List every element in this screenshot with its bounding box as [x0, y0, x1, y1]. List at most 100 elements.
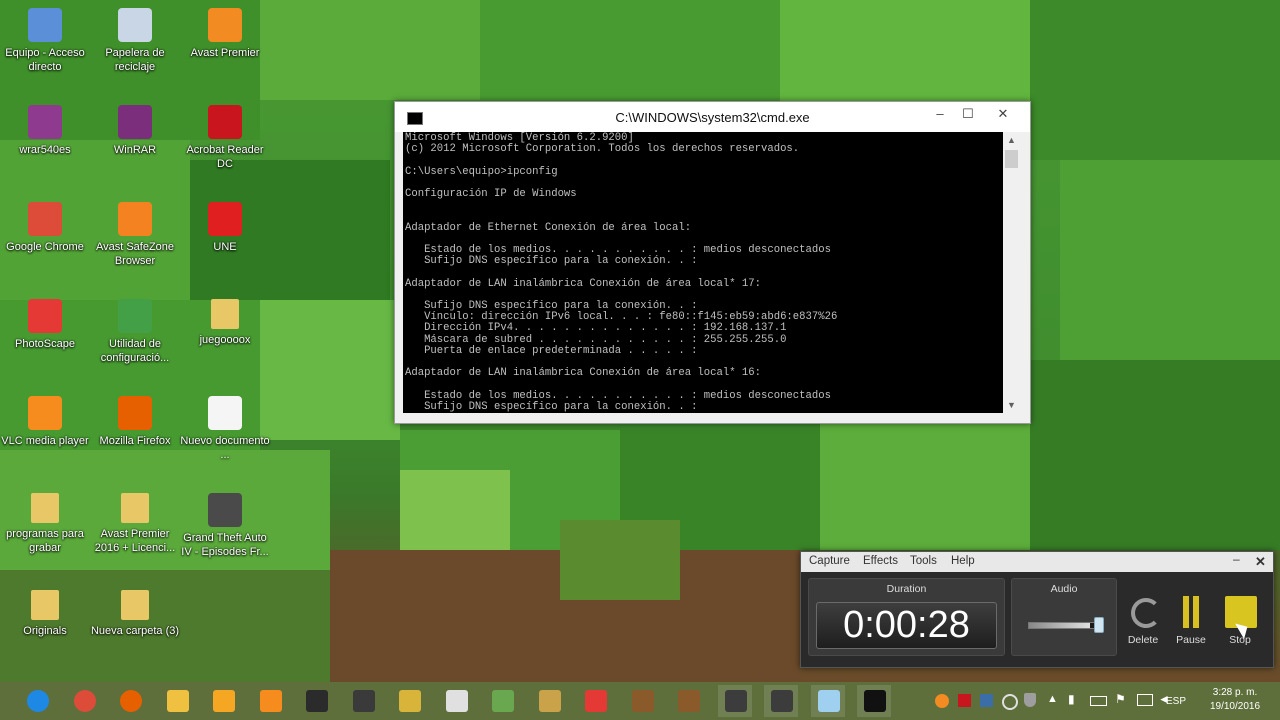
- audio-slider-handle[interactable]: [1094, 617, 1104, 633]
- command-prompt-icon: [864, 690, 886, 712]
- cmd-console[interactable]: Microsoft Windows [Versión 6.2.9200] (c)…: [403, 132, 1003, 413]
- taskbar-clock[interactable]: 3:28 p. m. 19/10/2016: [1195, 686, 1275, 714]
- tray-sync-icon[interactable]: [1002, 694, 1018, 710]
- game-ring-icon: [538, 690, 561, 712]
- tray-flag-icon[interactable]: ⚑: [1115, 692, 1126, 706]
- wallpaper-block: [480, 0, 780, 100]
- tray-avast-icon[interactable]: [935, 694, 949, 708]
- wallpaper-block: [1030, 360, 1280, 550]
- taskbar-app[interactable]: [671, 685, 705, 717]
- audio-panel: Audio: [1011, 578, 1117, 656]
- menu-help[interactable]: Help: [951, 555, 975, 567]
- menu-capture[interactable]: Capture: [809, 555, 850, 567]
- taskbar-app[interactable]: [439, 685, 473, 717]
- recorder-widget[interactable]: Capture Effects Tools Help ‒ ✕ Duration …: [800, 551, 1274, 668]
- desktop-icon-label: Avast Premier: [190, 47, 260, 59]
- desktop-icon-label: Grand Theft Auto IV - Episodes Fr...: [181, 532, 269, 558]
- crafting-table-icon: [631, 690, 654, 712]
- gta-icon: [208, 493, 242, 527]
- desktop-icon-label: VLC media player: [1, 435, 89, 447]
- desktop-icon[interactable]: Avast SafeZone Browser: [90, 202, 180, 268]
- delete-button[interactable]: Delete: [1121, 596, 1165, 646]
- close-button[interactable]: ✕: [981, 104, 1025, 124]
- taskbar-app[interactable]: [206, 685, 240, 717]
- desktop-icon[interactable]: Originals: [0, 590, 90, 638]
- taskbar-app[interactable]: [253, 685, 287, 717]
- internet-explorer-icon: [27, 690, 49, 712]
- taskbar-app[interactable]: [717, 685, 752, 717]
- desktop-icon[interactable]: Papelera de reciclaje: [90, 8, 180, 74]
- pause-button[interactable]: Pause: [1169, 596, 1213, 646]
- skull-icon: [445, 690, 468, 712]
- menu-effects[interactable]: Effects: [863, 555, 898, 567]
- desktop-icon-label: Originals: [23, 625, 67, 637]
- computer-icon: [28, 8, 62, 42]
- desktop-icon[interactable]: Utilidad de configuració...: [90, 299, 180, 365]
- tray-acrobat-icon[interactable]: [958, 694, 971, 707]
- desktop-icon[interactable]: programas para grabar: [0, 493, 90, 555]
- taskbar-app[interactable]: [532, 685, 566, 717]
- desktop-icon[interactable]: Google Chrome: [0, 202, 90, 254]
- photoscape-icon: [585, 690, 607, 712]
- desktop-icon[interactable]: PhotoScape: [0, 299, 90, 351]
- desktop-icon[interactable]: Mozilla Firefox: [90, 396, 180, 448]
- tray-shield-icon[interactable]: [1024, 693, 1036, 707]
- desktop-icon[interactable]: Nuevo documento ...: [180, 396, 270, 462]
- cmd-title-bar[interactable]: C:\WINDOWS\system32\cmd.exe ‒ ☐ ✕: [395, 102, 1030, 132]
- desktop-icon[interactable]: VLC media player: [0, 396, 90, 448]
- taskbar-app[interactable]: [299, 685, 333, 717]
- desktop-icon-label: Acrobat Reader DC: [186, 144, 264, 170]
- crystal-icon: [817, 690, 840, 712]
- maximize-button[interactable]: ☐: [954, 104, 982, 124]
- taskbar-app[interactable]: [392, 685, 426, 717]
- taskbar: ▲ ▮ ⚑ ◄ ESP: [0, 682, 1280, 720]
- pause-label: Pause: [1176, 634, 1206, 646]
- duration-panel: Duration 0:00:28: [808, 578, 1005, 656]
- minimize-button[interactable]: ‒: [926, 104, 954, 124]
- taskbar-app[interactable]: [625, 685, 659, 717]
- desktop-icon[interactable]: Grand Theft Auto IV - Episodes Fr...: [180, 493, 270, 559]
- desktop-icon[interactable]: Avast Premier 2016 + Licenci...: [90, 493, 180, 555]
- taskbar-app[interactable]: [810, 685, 845, 717]
- wallpaper-block: [820, 420, 1060, 550]
- tray-record-icon[interactable]: [980, 694, 993, 707]
- taskbar-app[interactable]: [857, 685, 891, 717]
- taskbar-app[interactable]: [67, 685, 101, 717]
- folder-icon: [211, 299, 239, 329]
- menu-tools[interactable]: Tools: [910, 555, 937, 567]
- taskbar-app[interactable]: [160, 685, 194, 717]
- audio-level-track[interactable]: [1028, 622, 1102, 629]
- desktop-icon[interactable]: Equipo - Acceso directo: [0, 8, 90, 74]
- cmd-scrollbar[interactable]: ▲ ▼: [1003, 132, 1020, 413]
- tray-battery-icon[interactable]: [1090, 696, 1107, 706]
- tray-display-icon[interactable]: [1137, 694, 1153, 706]
- taskbar-app[interactable]: [485, 685, 519, 717]
- desktop-icon-label: Avast Premier 2016 + Licenci...: [94, 528, 176, 554]
- scroll-down-icon[interactable]: ▼: [1003, 397, 1020, 413]
- desktop-icon[interactable]: UNE: [180, 202, 270, 254]
- recorder-minimize-button[interactable]: ‒: [1233, 552, 1240, 566]
- cmd-window[interactable]: C:\WINDOWS\system32\cmd.exe ‒ ☐ ✕ Micros…: [394, 101, 1031, 424]
- scroll-up-icon[interactable]: ▲: [1003, 132, 1020, 148]
- taskbar-app[interactable]: [113, 685, 147, 717]
- minecraft-icon: [492, 690, 514, 712]
- desktop-icon[interactable]: wrar540es: [0, 105, 90, 157]
- desktop-icon[interactable]: Nueva carpeta (3): [90, 590, 180, 638]
- taskbar-app[interactable]: [346, 685, 380, 717]
- taskbar-app[interactable]: [578, 685, 612, 717]
- tray-chevron-up-icon[interactable]: ▲: [1047, 693, 1058, 705]
- desktop-icon[interactable]: Acrobat Reader DC: [180, 105, 270, 171]
- taskbar-app[interactable]: [20, 685, 54, 717]
- recorder-close-button[interactable]: ✕: [1255, 554, 1266, 570]
- desktop-icon[interactable]: Avast Premier: [180, 8, 270, 60]
- scroll-thumb[interactable]: [1005, 150, 1018, 168]
- tray-network-icon[interactable]: ▮: [1068, 692, 1075, 706]
- taskbar-app[interactable]: [764, 685, 798, 717]
- desktop-icon[interactable]: WinRAR: [90, 105, 180, 157]
- une-icon: [208, 202, 242, 236]
- recycle-bin-icon: [118, 8, 152, 42]
- acrobat-icon: [208, 105, 242, 139]
- winrar-installer-icon: [28, 105, 62, 139]
- tray-language[interactable]: ESP: [1166, 696, 1186, 707]
- desktop-icon[interactable]: juegoooox: [180, 299, 270, 347]
